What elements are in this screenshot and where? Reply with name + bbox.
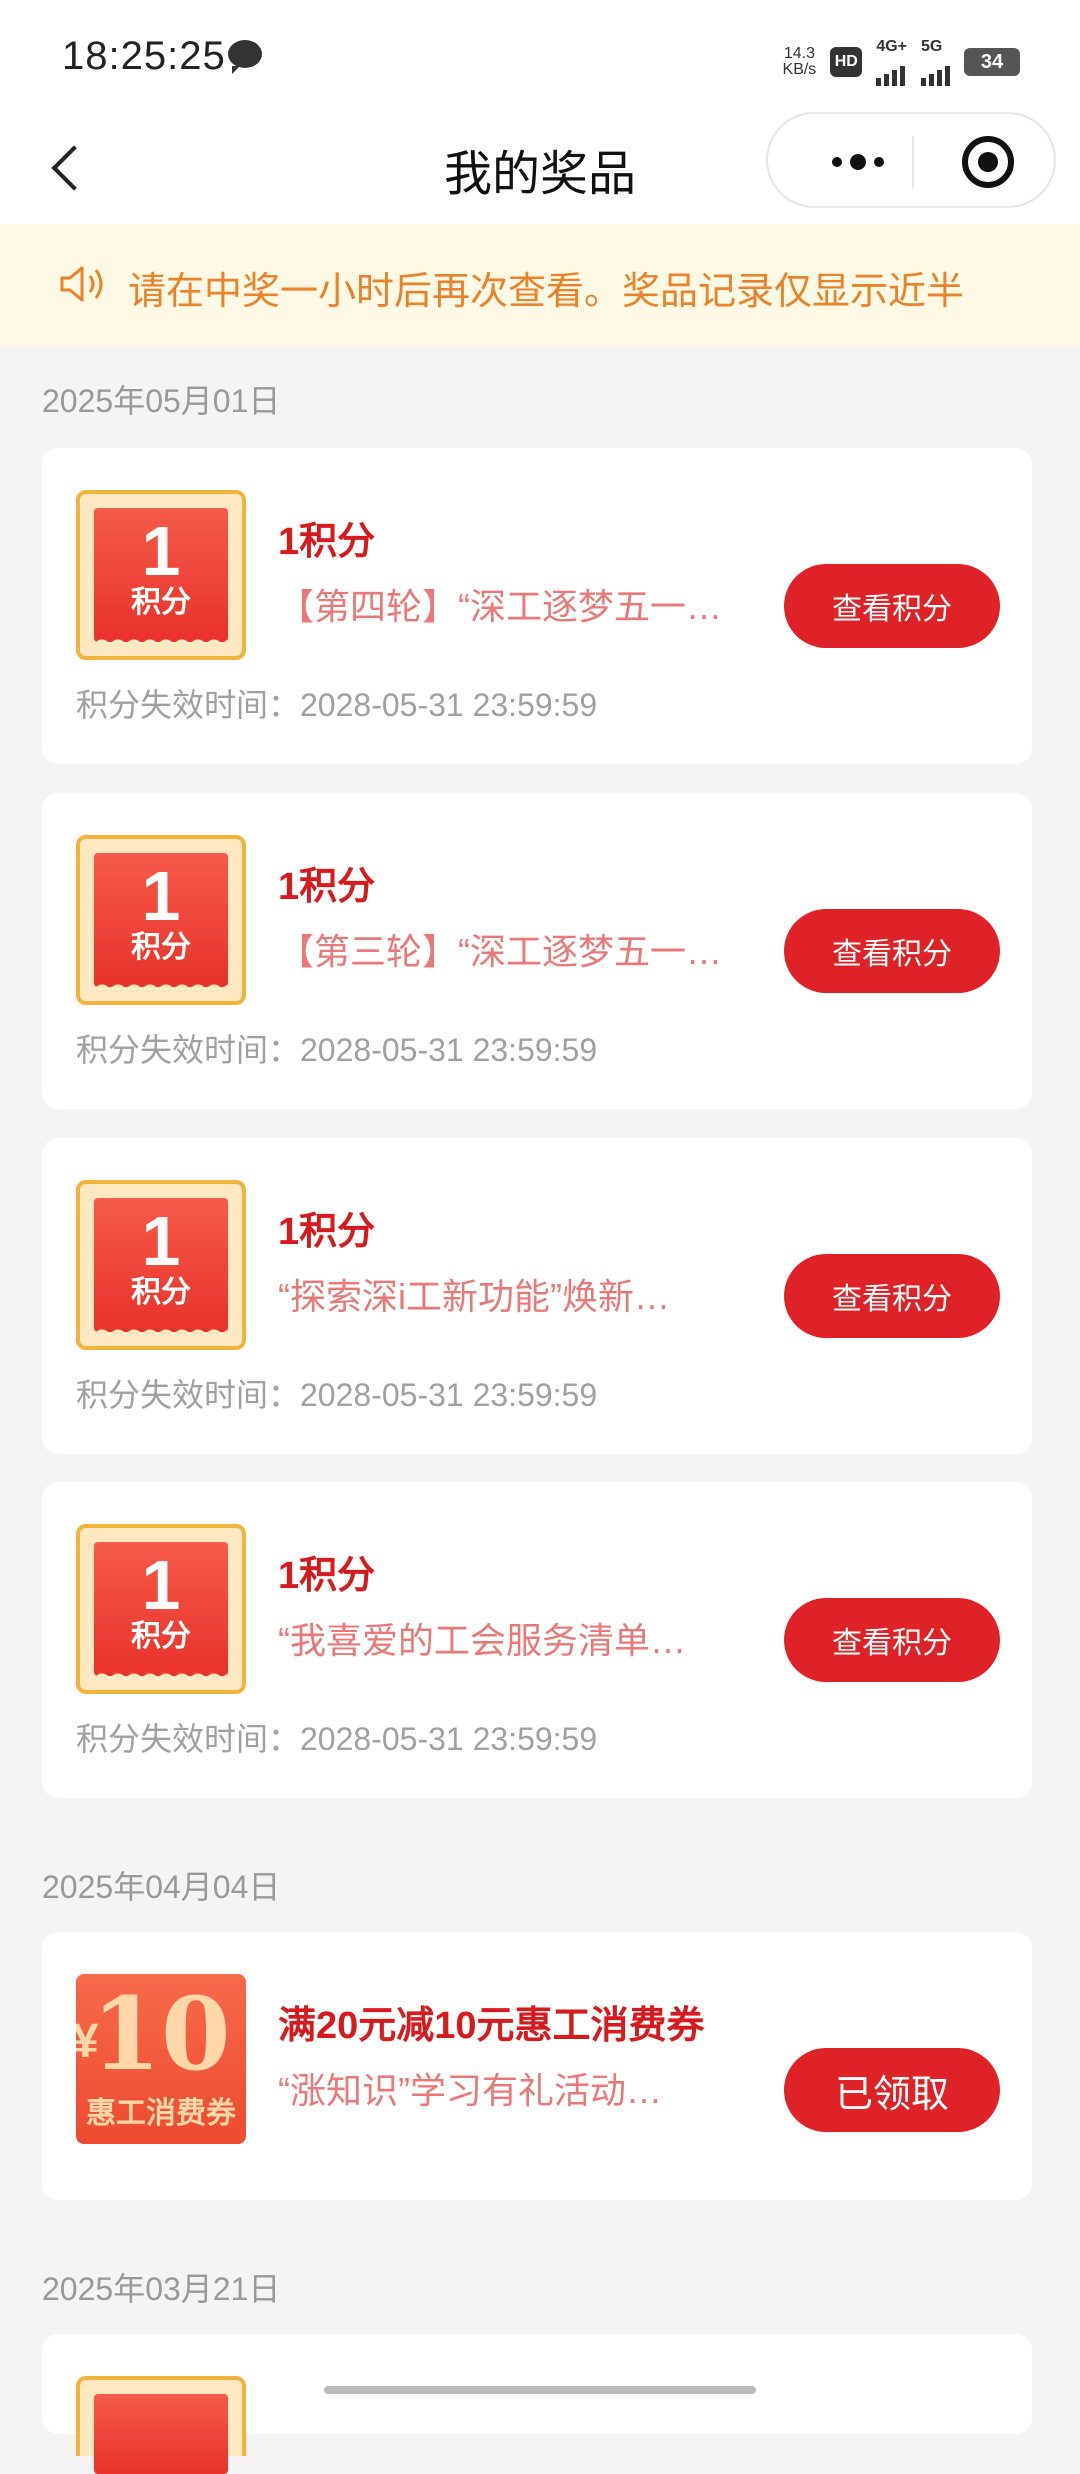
badge-number: 1 (141, 857, 181, 935)
view-points-button[interactable]: 查看积分 (784, 1598, 1000, 1682)
miniprogram-capsule (766, 112, 1056, 208)
coupon-amount: 10 (91, 1975, 231, 2093)
prize-title: 1积分 (278, 866, 376, 908)
network-5g-label: 5G (921, 38, 943, 55)
badge-number: 1 (141, 512, 181, 590)
date-header: 2025年03月21日 (42, 2271, 281, 2307)
speed-unit: KB/s (782, 61, 817, 78)
speed-value: 14.3 (783, 45, 815, 62)
points-badge-icon: 1 积分 (76, 490, 246, 660)
expiry-time: 积分失效时间：2028-05-31 23:59:59 (76, 1032, 598, 1068)
points-badge-icon: 1 积分 (76, 1524, 246, 1694)
clock: 18:25:25 (62, 34, 226, 78)
prize-title: 1积分 (278, 1211, 376, 1253)
date-header: 2025年04月04日 (42, 1869, 281, 1905)
battery-icon: 34 (964, 48, 1020, 76)
network-speed: 14.3 KB/s (783, 46, 817, 78)
badge-unit: 积分 (131, 1276, 191, 1309)
home-indicator[interactable] (324, 2386, 756, 2394)
speaker-icon (60, 266, 103, 302)
view-points-button[interactable]: 查看积分 (784, 909, 1000, 993)
notice-text: 请在中奖一小时后再次查看。奖品记录仅显示近半 (128, 271, 965, 313)
expiry-time: 积分失效时间：2028-05-31 23:59:59 (76, 687, 598, 723)
system-icons: 14.3 KB/s HD 4G+ 5G 34 (783, 38, 1020, 86)
chat-notification-icon (228, 40, 262, 74)
yen-symbol: ¥ (76, 2015, 99, 2068)
badge-unit: 积分 (131, 586, 191, 619)
badge-number: 1 (141, 1202, 181, 1280)
prize-card (42, 2334, 1032, 2474)
signal-4g-icon: 4G+ (876, 38, 907, 86)
expiry-time: 积分失效时间：2028-05-31 23:59:59 (76, 1377, 598, 1413)
expiry-time: 积分失效时间：2028-05-31 23:59:59 (76, 1721, 598, 1757)
prize-title: 1积分 (278, 1555, 376, 1597)
close-miniprogram-icon[interactable] (962, 136, 1014, 188)
prize-card: 1 积分 1积分 【第三轮】“深工逐梦五一… 查看积分 积分失效时间：2028-… (42, 793, 1032, 1109)
points-badge-icon: 1 积分 (76, 1180, 246, 1350)
points-badge-icon (76, 2376, 246, 2474)
points-badge-icon: 1 积分 (76, 835, 246, 1005)
prize-description: “探索深i工新功能”焕新… (278, 1276, 670, 1317)
claimed-button[interactable]: 已领取 (784, 2048, 1000, 2132)
prize-card: 1 积分 1积分 “我喜爱的工会服务清单… 查看积分 积分失效时间：2028-0… (42, 1482, 1032, 1798)
prize-description: 【第四轮】“深工逐梦五一… (278, 586, 722, 627)
prize-card: 1 积分 1积分 “探索深i工新功能”焕新… 查看积分 积分失效时间：2028-… (42, 1138, 1032, 1454)
prize-card: 1 积分 1积分 【第四轮】“深工逐梦五一… 查看积分 积分失效时间：2028-… (42, 448, 1032, 764)
badge-number: 1 (141, 1546, 181, 1624)
view-points-button[interactable]: 查看积分 (784, 1254, 1000, 1338)
status-bar: 18:25:25 14.3 KB/s HD 4G+ 5G 34 (0, 0, 1080, 112)
signal-5g-icon: 5G (921, 38, 950, 86)
prize-card: 10 ¥ 惠工消费券 满20元减10元惠工消费券 “涨知识”学习有礼活动… 已领… (42, 1932, 1032, 2200)
notice-banner: 请在中奖一小时后再次查看。奖品记录仅显示近半 (0, 224, 1080, 346)
date-header: 2025年05月01日 (42, 383, 281, 419)
network-4g-label: 4G+ (876, 38, 907, 55)
prize-title: 1积分 (278, 521, 376, 563)
badge-unit: 积分 (131, 931, 191, 964)
view-points-button[interactable]: 查看积分 (784, 564, 1000, 648)
capsule-divider (912, 136, 914, 188)
hd-icon: HD (830, 47, 863, 77)
prize-description: “涨知识”学习有礼活动… (278, 2070, 662, 2111)
coupon-badge-icon: 10 ¥ 惠工消费券 (76, 1974, 246, 2144)
prize-title: 满20元减10元惠工消费券 (278, 2005, 705, 2047)
nav-bar: 我的奖品 (0, 112, 1080, 224)
badge-unit: 积分 (131, 1620, 191, 1653)
prize-description: “我喜爱的工会服务清单… (278, 1620, 686, 1661)
more-options-icon[interactable] (808, 114, 908, 210)
coupon-label: 惠工消费券 (86, 2097, 236, 2130)
prize-description: 【第三轮】“深工逐梦五一… (278, 931, 722, 972)
